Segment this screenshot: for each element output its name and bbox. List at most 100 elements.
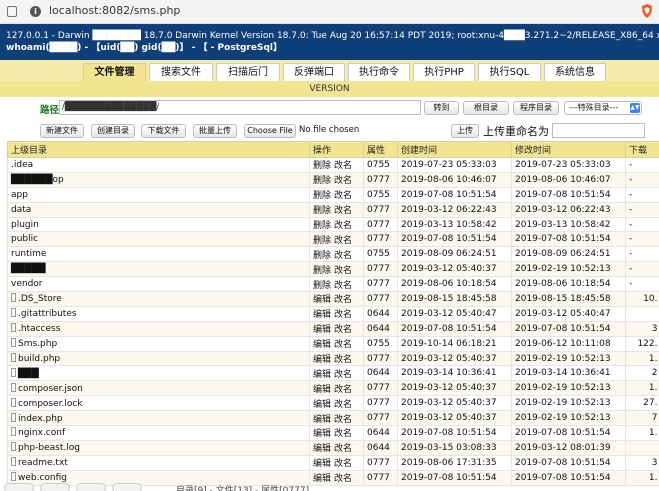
size-cell[interactable]: 3 — [625, 455, 659, 471]
size-cell[interactable]: - — [625, 187, 659, 203]
file-name-cell[interactable]: .DS_Store — [7, 291, 310, 307]
size-cell[interactable]: 2 — [625, 365, 659, 382]
edit-link[interactable]: 编辑 — [313, 325, 331, 335]
rename-link[interactable]: 改名 — [334, 370, 352, 380]
rename-link[interactable]: 改名 — [334, 236, 352, 246]
tab-exec-command[interactable]: 执行命令 — [348, 63, 410, 81]
file-name[interactable]: runtime — [11, 249, 46, 259]
size-cell[interactable]: - — [625, 261, 659, 278]
rename-link[interactable]: 改名 — [334, 161, 352, 171]
size-cell[interactable]: - — [625, 217, 659, 233]
file-name[interactable]: █████ — [11, 264, 46, 274]
edit-link[interactable]: 编辑 — [313, 459, 331, 469]
file-name-cell[interactable]: ██████op — [7, 172, 310, 188]
rename-link[interactable]: 改名 — [334, 221, 352, 231]
file-name[interactable]: data — [11, 205, 31, 215]
delete-link[interactable]: 删除 — [313, 251, 331, 261]
file-name-cell[interactable]: .htaccess — [7, 321, 310, 337]
choose-file-button[interactable]: Choose File — [244, 124, 296, 138]
tab-exec-php[interactable]: 执行PHP — [413, 63, 475, 81]
file-name[interactable]: Sms.php — [18, 339, 57, 349]
file-name[interactable]: public — [11, 234, 38, 244]
rename-link[interactable]: 改名 — [334, 385, 352, 395]
file-name[interactable]: readme.txt — [18, 458, 68, 468]
delete-link[interactable]: 删除 — [313, 266, 331, 276]
file-name-cell[interactable]: data — [7, 202, 310, 218]
file-name-cell[interactable]: Sms.php — [7, 336, 310, 352]
delete-link[interactable]: 删除 — [313, 191, 331, 201]
goto-button[interactable]: 转到 — [424, 101, 459, 115]
rename-link[interactable]: 改名 — [334, 459, 352, 469]
root-dir-button[interactable]: 根目录 — [463, 101, 509, 115]
file-name[interactable]: ██████op — [11, 175, 64, 185]
footer-button[interactable] — [112, 483, 142, 491]
edit-link[interactable]: 编辑 — [313, 444, 331, 454]
file-name[interactable]: vendor — [11, 279, 43, 289]
file-name-cell[interactable]: public — [7, 231, 310, 248]
rename-link[interactable]: 改名 — [334, 191, 352, 201]
url-text[interactable]: localhost:8082/sms.php — [49, 4, 180, 17]
rename-link[interactable]: 改名 — [334, 266, 352, 276]
delete-link[interactable]: 删除 — [313, 281, 331, 291]
footer-button[interactable] — [4, 483, 34, 491]
tab-reverse-shell[interactable]: 反弹端口 — [283, 63, 345, 81]
file-name[interactable]: .idea — [11, 160, 33, 170]
file-name-cell[interactable]: .idea — [7, 157, 310, 173]
upload-rename-input[interactable] — [552, 123, 645, 138]
file-name-cell[interactable]: ███ — [7, 365, 310, 382]
file-name-cell[interactable]: readme.txt — [7, 455, 310, 471]
rename-link[interactable]: 改名 — [334, 281, 352, 291]
file-name-cell[interactable]: php-beast.log — [7, 440, 310, 456]
file-name-cell[interactable]: .gitattributes — [7, 306, 310, 322]
file-name[interactable]: build.php — [18, 354, 60, 364]
file-name-cell[interactable]: █████ — [7, 261, 310, 278]
file-name[interactable]: plugin — [11, 220, 39, 230]
file-name[interactable]: index.php — [18, 414, 63, 424]
size-cell[interactable]: - — [625, 172, 659, 188]
file-name[interactable]: composer.lock — [18, 399, 83, 409]
size-cell[interactable]: 1. — [625, 425, 659, 441]
tab-system-info[interactable]: 系统信息 — [544, 63, 606, 81]
footer-button[interactable] — [76, 483, 106, 491]
rename-link[interactable]: 改名 — [334, 251, 352, 261]
delete-link[interactable]: 删除 — [313, 236, 331, 246]
size-cell[interactable]: 10. — [625, 291, 659, 307]
rename-link[interactable]: 改名 — [334, 176, 352, 186]
file-name-cell[interactable]: runtime — [7, 246, 310, 263]
file-name-cell[interactable]: composer.lock — [7, 395, 310, 412]
file-name-cell[interactable]: composer.json — [7, 380, 310, 397]
file-name[interactable]: .gitattributes — [18, 309, 77, 319]
size-cell[interactable]: 1. — [625, 351, 659, 367]
file-name-cell[interactable]: app — [7, 187, 310, 203]
file-name-cell[interactable]: plugin — [7, 217, 310, 233]
delete-link[interactable]: 删除 — [313, 221, 331, 231]
edit-link[interactable]: 编辑 — [313, 429, 331, 439]
edit-link[interactable]: 编辑 — [313, 385, 331, 395]
rename-link[interactable]: 改名 — [334, 429, 352, 439]
size-cell[interactable] — [625, 440, 659, 456]
file-name-cell[interactable]: nginx.conf — [7, 425, 310, 441]
rename-link[interactable]: 改名 — [334, 415, 352, 425]
file-name-cell[interactable]: build.php — [7, 351, 310, 367]
file-name[interactable]: .DS_Store — [18, 294, 62, 304]
size-cell[interactable]: - — [625, 202, 659, 218]
special-dir-select[interactable]: ---特殊目录--- ▲▼ — [564, 101, 642, 115]
edit-link[interactable]: 编辑 — [313, 310, 331, 320]
rename-link[interactable]: 改名 — [334, 295, 352, 305]
file-name-cell[interactable]: index.php — [7, 410, 310, 427]
file-name[interactable]: composer.json — [18, 384, 83, 394]
rename-link[interactable]: 改名 — [334, 340, 352, 350]
size-cell[interactable]: - — [625, 231, 659, 248]
tab-scan-backdoor[interactable]: 扫描后门 — [216, 63, 280, 81]
delete-link[interactable]: 删除 — [313, 206, 331, 216]
download-file-button[interactable]: 下载文件 — [141, 124, 186, 138]
rename-link[interactable]: 改名 — [334, 206, 352, 216]
rename-link[interactable]: 改名 — [334, 400, 352, 410]
size-cell[interactable]: 122. — [625, 336, 659, 352]
rename-link[interactable]: 改名 — [334, 444, 352, 454]
file-name-cell[interactable]: vendor — [7, 276, 310, 293]
size-cell[interactable]: 27. — [625, 395, 659, 412]
new-dir-button[interactable]: 创建目录 — [91, 124, 135, 138]
tab-file-manager[interactable]: 文件管理 — [83, 63, 146, 81]
edit-link[interactable]: 编辑 — [313, 400, 331, 410]
